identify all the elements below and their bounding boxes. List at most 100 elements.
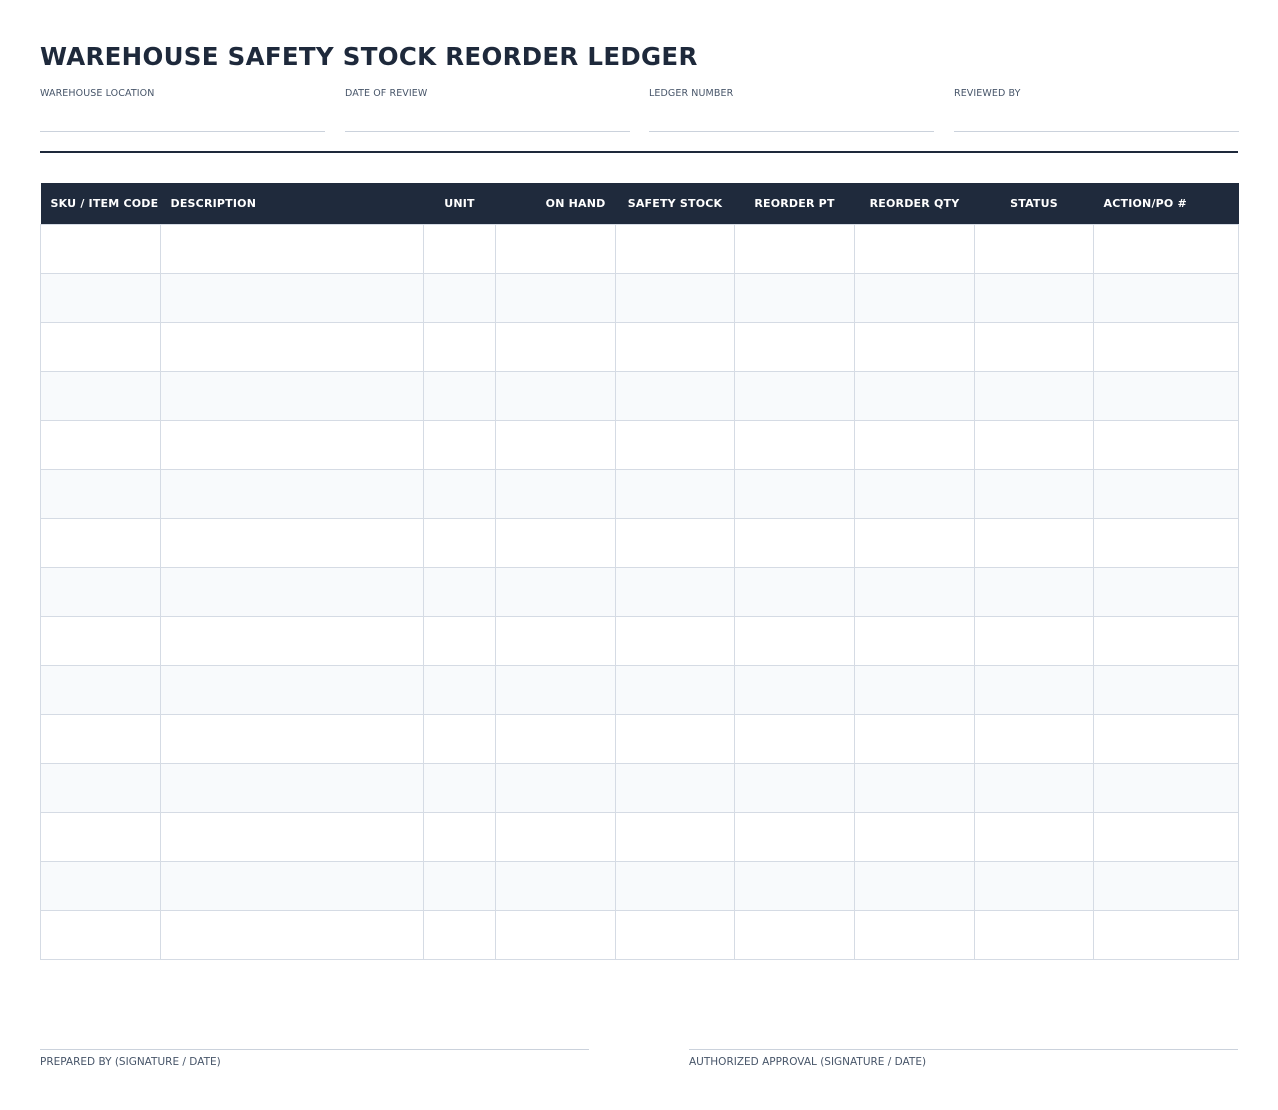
cell-reorder-pt[interactable] xyxy=(734,272,855,323)
cell-sku[interactable] xyxy=(40,713,161,764)
cell-unit[interactable] xyxy=(423,321,496,372)
cell-description[interactable] xyxy=(160,370,424,421)
cell-safety-stock[interactable] xyxy=(615,517,735,568)
cell-safety-stock[interactable] xyxy=(615,370,735,421)
cell-sku[interactable] xyxy=(40,468,161,519)
cell-description[interactable] xyxy=(160,223,424,274)
cell-sku[interactable] xyxy=(40,615,161,666)
cell-reorder-qty[interactable] xyxy=(854,272,975,323)
cell-reorder-qty[interactable] xyxy=(854,419,975,470)
cell-status[interactable] xyxy=(974,223,1094,274)
cell-on-hand[interactable] xyxy=(495,615,616,666)
cell-status[interactable] xyxy=(974,321,1094,372)
cell-unit[interactable] xyxy=(423,517,496,568)
cell-action-po[interactable] xyxy=(1093,566,1239,617)
cell-reorder-pt[interactable] xyxy=(734,811,855,862)
cell-reorder-pt[interactable] xyxy=(734,370,855,421)
cell-reorder-qty[interactable] xyxy=(854,664,975,715)
cell-sku[interactable] xyxy=(40,860,161,911)
cell-status[interactable] xyxy=(974,419,1094,470)
cell-description[interactable] xyxy=(160,566,424,617)
cell-on-hand[interactable] xyxy=(495,272,616,323)
cell-unit[interactable] xyxy=(423,468,496,519)
cell-reorder-pt[interactable] xyxy=(734,762,855,813)
cell-unit[interactable] xyxy=(423,615,496,666)
cell-action-po[interactable] xyxy=(1093,860,1239,911)
cell-reorder-pt[interactable] xyxy=(734,664,855,715)
cell-on-hand[interactable] xyxy=(495,321,616,372)
cell-unit[interactable] xyxy=(423,223,496,274)
cell-safety-stock[interactable] xyxy=(615,468,735,519)
cell-status[interactable] xyxy=(974,762,1094,813)
cell-description[interactable] xyxy=(160,664,424,715)
cell-status[interactable] xyxy=(974,468,1094,519)
cell-unit[interactable] xyxy=(423,909,496,960)
cell-sku[interactable] xyxy=(40,811,161,862)
cell-reorder-qty[interactable] xyxy=(854,909,975,960)
cell-description[interactable] xyxy=(160,615,424,666)
cell-on-hand[interactable] xyxy=(495,517,616,568)
cell-sku[interactable] xyxy=(40,370,161,421)
cell-reorder-pt[interactable] xyxy=(734,713,855,764)
cell-reorder-qty[interactable] xyxy=(854,860,975,911)
cell-safety-stock[interactable] xyxy=(615,321,735,372)
cell-description[interactable] xyxy=(160,762,424,813)
cell-on-hand[interactable] xyxy=(495,223,616,274)
cell-on-hand[interactable] xyxy=(495,713,616,764)
cell-status[interactable] xyxy=(974,370,1094,421)
cell-description[interactable] xyxy=(160,321,424,372)
cell-reorder-qty[interactable] xyxy=(854,321,975,372)
cell-sku[interactable] xyxy=(40,909,161,960)
cell-sku[interactable] xyxy=(40,517,161,568)
cell-sku[interactable] xyxy=(40,762,161,813)
cell-action-po[interactable] xyxy=(1093,811,1239,862)
cell-reorder-qty[interactable] xyxy=(854,811,975,862)
cell-safety-stock[interactable] xyxy=(615,223,735,274)
cell-safety-stock[interactable] xyxy=(615,664,735,715)
cell-reorder-pt[interactable] xyxy=(734,321,855,372)
cell-safety-stock[interactable] xyxy=(615,713,735,764)
cell-safety-stock[interactable] xyxy=(615,762,735,813)
cell-on-hand[interactable] xyxy=(495,664,616,715)
date-of-review-field[interactable]: DATE OF REVIEW xyxy=(345,88,630,132)
cell-action-po[interactable] xyxy=(1093,517,1239,568)
cell-reorder-qty[interactable] xyxy=(854,713,975,764)
cell-status[interactable] xyxy=(974,713,1094,764)
cell-description[interactable] xyxy=(160,517,424,568)
cell-unit[interactable] xyxy=(423,419,496,470)
cell-unit[interactable] xyxy=(423,370,496,421)
cell-safety-stock[interactable] xyxy=(615,615,735,666)
cell-sku[interactable] xyxy=(40,272,161,323)
cell-action-po[interactable] xyxy=(1093,664,1239,715)
cell-action-po[interactable] xyxy=(1093,419,1239,470)
cell-status[interactable] xyxy=(974,517,1094,568)
cell-sku[interactable] xyxy=(40,223,161,274)
cell-safety-stock[interactable] xyxy=(615,566,735,617)
cell-status[interactable] xyxy=(974,566,1094,617)
cell-reorder-qty[interactable] xyxy=(854,566,975,617)
cell-unit[interactable] xyxy=(423,713,496,764)
cell-reorder-pt[interactable] xyxy=(734,517,855,568)
cell-reorder-qty[interactable] xyxy=(854,370,975,421)
cell-status[interactable] xyxy=(974,909,1094,960)
cell-action-po[interactable] xyxy=(1093,321,1239,372)
cell-action-po[interactable] xyxy=(1093,762,1239,813)
cell-action-po[interactable] xyxy=(1093,272,1239,323)
warehouse-location-field[interactable]: WAREHOUSE LOCATION xyxy=(40,88,325,132)
cell-unit[interactable] xyxy=(423,762,496,813)
prepared-by-signature-line[interactable]: PREPARED BY (SIGNATURE / DATE) xyxy=(40,1049,589,1068)
cell-reorder-qty[interactable] xyxy=(854,517,975,568)
cell-action-po[interactable] xyxy=(1093,615,1239,666)
cell-description[interactable] xyxy=(160,713,424,764)
cell-reorder-pt[interactable] xyxy=(734,615,855,666)
cell-description[interactable] xyxy=(160,272,424,323)
cell-status[interactable] xyxy=(974,811,1094,862)
cell-reorder-qty[interactable] xyxy=(854,615,975,666)
cell-reorder-pt[interactable] xyxy=(734,419,855,470)
cell-safety-stock[interactable] xyxy=(615,860,735,911)
cell-description[interactable] xyxy=(160,468,424,519)
cell-sku[interactable] xyxy=(40,566,161,617)
cell-unit[interactable] xyxy=(423,860,496,911)
cell-description[interactable] xyxy=(160,811,424,862)
cell-description[interactable] xyxy=(160,909,424,960)
